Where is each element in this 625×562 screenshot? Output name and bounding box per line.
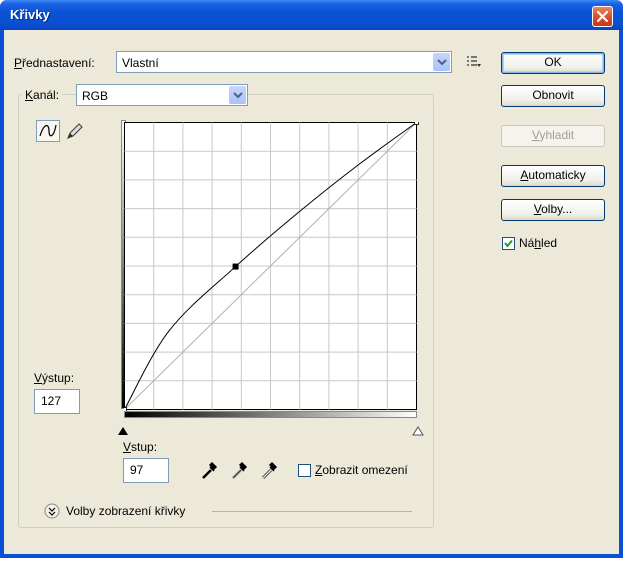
options-button[interactable]: Volby... bbox=[501, 199, 605, 221]
display-options-label: Volby zobrazení křivky bbox=[66, 504, 186, 518]
channel-select[interactable]: RGB bbox=[76, 84, 248, 106]
dropdown-arrow-icon bbox=[437, 59, 447, 66]
expand-chevron-icon[interactable] bbox=[44, 503, 60, 519]
preset-dropdown-button[interactable] bbox=[433, 53, 450, 71]
dialog-body: Přednastavení: Vlastní OK Obnovit Vyhlad… bbox=[4, 30, 619, 554]
preset-value: Vlastní bbox=[122, 56, 159, 70]
dropdown-arrow-icon bbox=[233, 92, 243, 99]
close-icon bbox=[597, 11, 608, 22]
preview-label: Náhled bbox=[519, 236, 558, 250]
show-clipping-checkbox[interactable] bbox=[298, 464, 311, 477]
show-clipping-label: Zobrazit omezení bbox=[315, 463, 408, 477]
output-label: Výstup: bbox=[34, 371, 75, 385]
channel-label: Kanál: bbox=[22, 88, 63, 102]
gray-eyedropper-icon[interactable] bbox=[230, 459, 250, 481]
black-eyedropper-icon[interactable] bbox=[200, 459, 220, 481]
pencil-tool-button[interactable] bbox=[64, 120, 86, 142]
preview-checkbox[interactable] bbox=[502, 237, 515, 250]
auto-button[interactable]: Automaticky bbox=[501, 165, 605, 187]
display-options-divider bbox=[212, 511, 412, 512]
channel-value: RGB bbox=[82, 89, 109, 103]
input-gradient-bar bbox=[124, 411, 417, 418]
ok-button[interactable]: OK bbox=[501, 52, 605, 74]
preset-menu-button[interactable] bbox=[466, 55, 482, 72]
control-point bbox=[232, 263, 239, 270]
black-point-slider[interactable] bbox=[117, 426, 129, 436]
output-field[interactable]: 127 bbox=[34, 389, 80, 414]
endpoint-white bbox=[414, 122, 419, 125]
input-label: Vstup: bbox=[123, 440, 158, 454]
smooth-button[interactable]: Vyhladit bbox=[501, 125, 605, 147]
white-point-slider[interactable] bbox=[412, 426, 424, 436]
title-bar[interactable]: Křivky bbox=[0, 0, 623, 30]
preset-menu-icon bbox=[467, 56, 481, 67]
checkmark-icon bbox=[504, 239, 513, 248]
curve-tool-icon bbox=[39, 124, 57, 137]
preset-label: Přednastavení: bbox=[14, 56, 95, 70]
reset-button[interactable]: Obnovit bbox=[501, 85, 605, 107]
pencil-tool-icon bbox=[67, 123, 83, 139]
white-eyedropper-icon[interactable] bbox=[260, 459, 280, 481]
preset-select[interactable]: Vlastní bbox=[116, 51, 452, 73]
input-field[interactable]: 97 bbox=[123, 458, 169, 483]
channel-dropdown-button[interactable] bbox=[229, 86, 246, 104]
curves-dialog: Křivky Přednastavení: Vlastní OK Obnovit… bbox=[0, 0, 623, 558]
close-button[interactable] bbox=[592, 6, 613, 27]
curve-graph[interactable] bbox=[124, 122, 419, 412]
curve-tool-button[interactable] bbox=[36, 120, 60, 142]
window-title: Křivky bbox=[10, 7, 50, 22]
